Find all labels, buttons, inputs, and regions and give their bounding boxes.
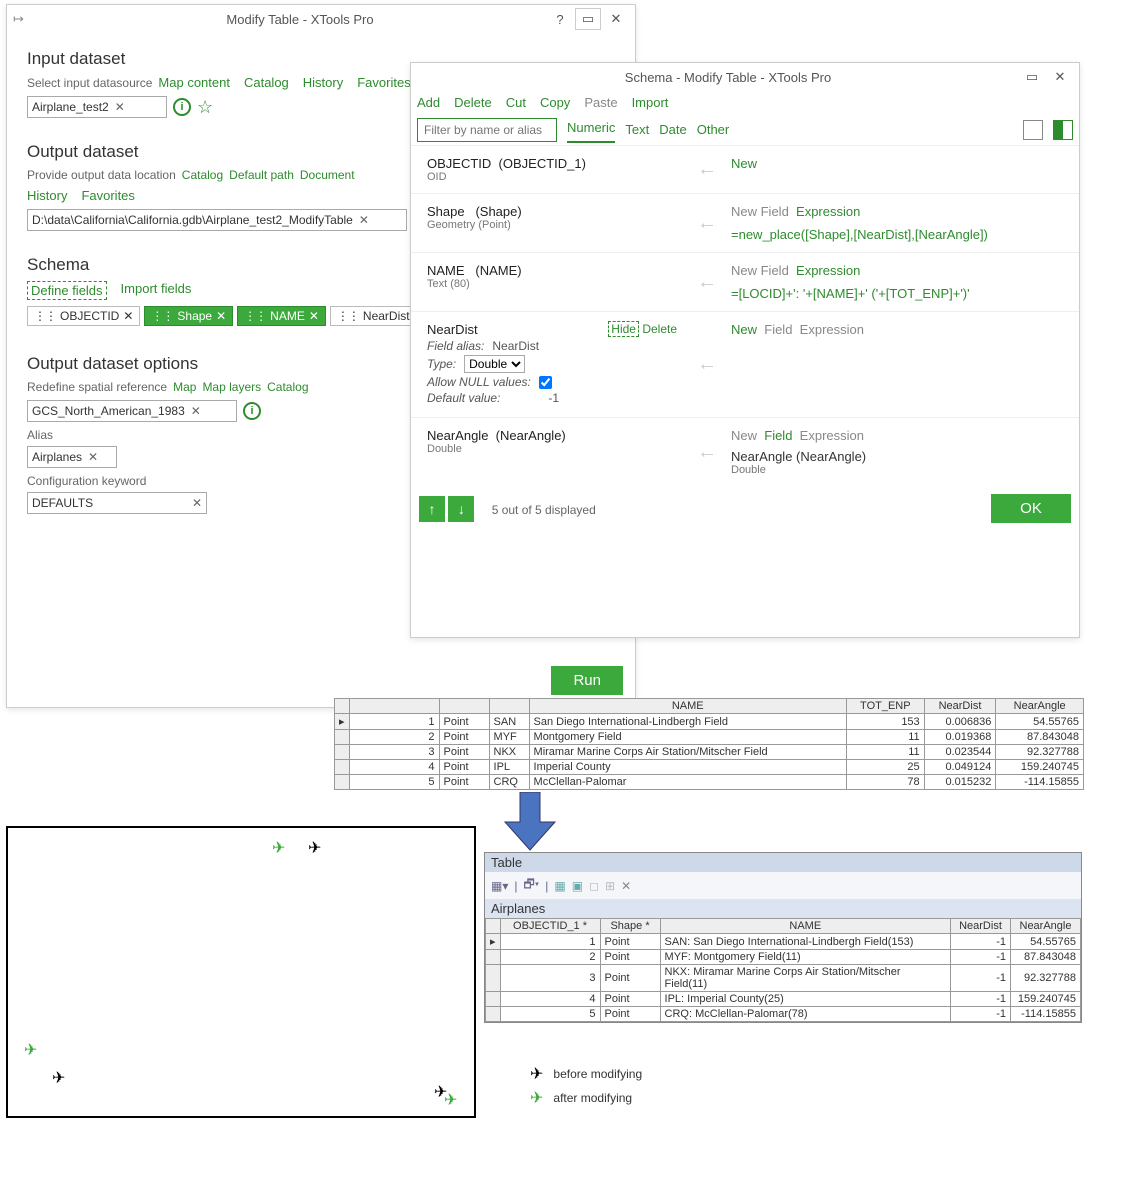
menu-import[interactable]: Import: [632, 95, 669, 110]
tab-date[interactable]: Date: [659, 118, 686, 141]
help-icon[interactable]: ?: [547, 8, 573, 30]
output-path-box[interactable]: D:\data\California\California.gdb\Airpla…: [27, 209, 407, 231]
menu-paste: Paste: [584, 95, 617, 110]
chip-objectid[interactable]: ⋮⋮OBJECTID✕: [27, 306, 140, 326]
clear-icon[interactable]: ✕: [191, 404, 201, 418]
chip-name[interactable]: ⋮⋮NAME✕: [237, 306, 326, 326]
define-fields-link[interactable]: Define fields: [27, 281, 107, 300]
field-row-neardist[interactable]: NearDist Hide Delete Field alias:NearDis…: [411, 312, 1079, 418]
delete-button[interactable]: Delete: [642, 322, 677, 336]
spatial-label: Redefine spatial reference: [27, 380, 167, 394]
toolbar-icon: ⊞: [605, 879, 615, 893]
close-icon[interactable]: ✕: [603, 8, 629, 30]
bottom-table-pane: Table ▦▾| 🗗▾| ▦ ▣ ◻ ⊞ ✕ Airplanes OBJECT…: [484, 852, 1082, 1023]
menu-copy[interactable]: Copy: [540, 95, 570, 110]
star-icon[interactable]: ☆: [197, 97, 213, 118]
toolbar-close-icon[interactable]: ✕: [621, 879, 631, 893]
arrow-left-icon: ←: [697, 353, 731, 376]
field-row-name[interactable]: NAME (NAME) Text (80) ← New Field Expres…: [411, 253, 1079, 312]
toolbar-icon[interactable]: 🗗▾: [524, 875, 540, 896]
menu-add[interactable]: Add: [417, 95, 440, 110]
table-toolbar: ▦▾| 🗗▾| ▦ ▣ ◻ ⊞ ✕: [485, 872, 1081, 899]
type-select[interactable]: Double: [464, 355, 525, 373]
move-down-button[interactable]: ↓: [448, 496, 474, 522]
plane-icon: ✈: [52, 1068, 65, 1088]
move-up-button[interactable]: ↑: [419, 496, 445, 522]
tab-other[interactable]: Other: [697, 118, 730, 141]
input-datasource-box[interactable]: Airplane_test2 ✕: [27, 96, 167, 118]
field-row-shape[interactable]: Shape (Shape) Geometry (Point) ← New Fie…: [411, 194, 1079, 253]
arrow-left-icon: ←: [697, 441, 731, 464]
minimize-icon[interactable]: ▭: [1019, 66, 1045, 88]
null-checkbox[interactable]: [539, 376, 552, 389]
pane-subtitle: Airplanes: [485, 899, 1081, 918]
alias-box[interactable]: Airplanes ✕: [27, 446, 117, 468]
close-icon[interactable]: ✕: [1047, 66, 1073, 88]
plane-icon: ✈: [444, 1090, 457, 1110]
schema-window: Schema - Modify Table - XTools Pro ▭ ✕ A…: [410, 62, 1080, 638]
link-document[interactable]: Document: [300, 168, 355, 182]
plane-icon: ✈: [308, 838, 321, 858]
run-button[interactable]: Run: [551, 666, 623, 695]
arrow-left-icon: ←: [697, 158, 731, 181]
filter-input[interactable]: [417, 118, 557, 142]
link-map[interactable]: Map: [173, 380, 196, 394]
arrow-left-icon: ←: [697, 271, 731, 294]
list-view-icon[interactable]: [1023, 120, 1043, 140]
schema-window-title: Schema - Modify Table - XTools Pro: [437, 70, 1019, 85]
menu-cut[interactable]: Cut: [506, 95, 526, 110]
minimize-icon[interactable]: ▭: [575, 8, 601, 30]
bottom-data-table: OBJECTID_1 *Shape *NAMENearDistNearAngle…: [485, 918, 1081, 1022]
displayed-count: 5 out of 5 displayed: [492, 503, 596, 517]
toolbar-icon[interactable]: ▦▾: [491, 879, 508, 893]
detail-view-icon[interactable]: [1053, 120, 1073, 140]
chip-shape[interactable]: ⋮⋮Shape✕: [144, 306, 233, 326]
link-history[interactable]: History: [303, 75, 343, 90]
titlebar-modify: ↦ Modify Table - XTools Pro ? ▭ ✕: [7, 5, 635, 33]
toolbar-icon: ◻: [589, 879, 599, 893]
plane-icon: ✈: [530, 1064, 543, 1084]
clear-icon[interactable]: ✕: [115, 100, 125, 114]
titlebar-schema: Schema - Modify Table - XTools Pro ▭ ✕: [411, 63, 1079, 91]
plane-icon: ✈: [530, 1088, 543, 1108]
info-icon[interactable]: i: [173, 98, 191, 116]
link-map-content[interactable]: Map content: [158, 75, 230, 90]
tab-text[interactable]: Text: [625, 118, 649, 141]
import-fields-link[interactable]: Import fields: [121, 281, 192, 300]
link-history-out[interactable]: History: [27, 188, 67, 203]
link-catalog-out[interactable]: Catalog: [182, 168, 223, 182]
toolbar-icon[interactable]: ▣: [572, 879, 583, 893]
hide-button[interactable]: Hide: [608, 321, 639, 337]
link-favorites[interactable]: Favorites: [357, 75, 410, 90]
legend: ✈before modifying ✈after modifying: [530, 1060, 642, 1112]
field-row-objectid[interactable]: OBJECTID (OBJECTID_1) OID ← New: [411, 146, 1079, 194]
link-catalog-sr[interactable]: Catalog: [267, 380, 308, 394]
link-map-layers[interactable]: Map layers: [202, 380, 261, 394]
info-icon[interactable]: i: [243, 402, 261, 420]
map-preview: ✈ ✈ ✈ ✈ ✈ ✈: [6, 826, 476, 1118]
ok-button[interactable]: OK: [991, 494, 1071, 523]
down-arrow-icon: [500, 792, 560, 852]
pane-title: Table: [485, 853, 1081, 872]
clear-icon[interactable]: ✕: [192, 496, 202, 510]
top-data-table: NAMETOT_ENPNearDistNearAngle ▸1PointSANS…: [334, 698, 1084, 790]
arrow-left-icon: ←: [697, 212, 731, 235]
output-label: Provide output data location: [27, 168, 176, 182]
link-catalog[interactable]: Catalog: [244, 75, 289, 90]
clear-icon[interactable]: ✕: [359, 213, 369, 227]
link-favorites-out[interactable]: Favorites: [81, 188, 134, 203]
tab-numeric[interactable]: Numeric: [567, 116, 615, 143]
link-default-path[interactable]: Default path: [229, 168, 294, 182]
plane-icon: ✈: [24, 1040, 37, 1060]
toolbar-icon[interactable]: ▦: [554, 879, 565, 893]
field-row-nearangle[interactable]: NearAngle (NearAngle) Double ← New Field…: [411, 418, 1079, 486]
config-box[interactable]: DEFAULTS ✕: [27, 492, 207, 514]
plane-icon: ✈: [272, 838, 285, 858]
spatial-ref-box[interactable]: GCS_North_American_1983 ✕: [27, 400, 237, 422]
menu-delete[interactable]: Delete: [454, 95, 492, 110]
clear-icon[interactable]: ✕: [88, 450, 98, 464]
window-title: Modify Table - XTools Pro: [53, 12, 547, 27]
input-label: Select input datasource: [27, 76, 152, 90]
